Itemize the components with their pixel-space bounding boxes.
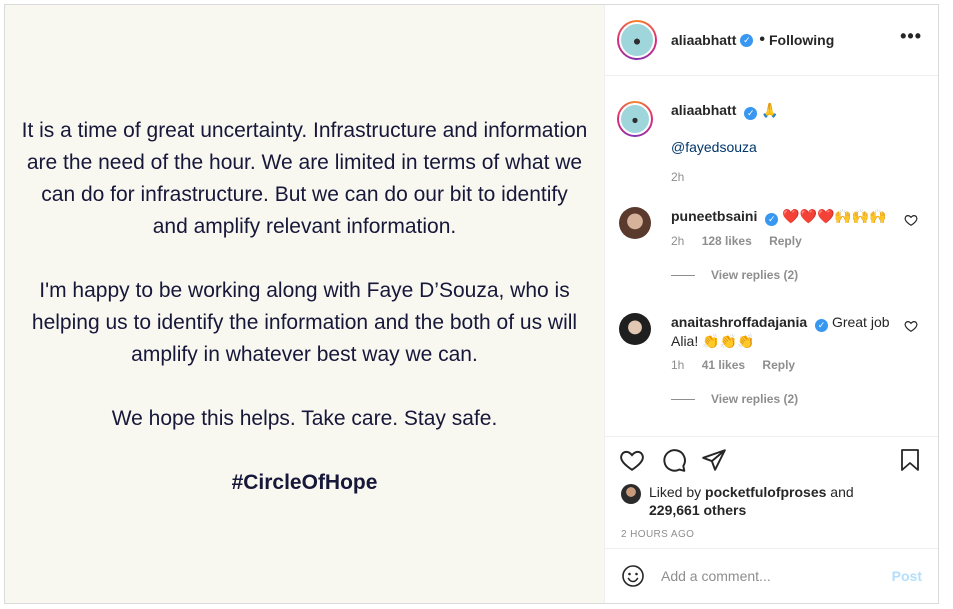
comments-list[interactable]: aliaabhatt ✓ 🙏 @fayedsouza 2h puneetbsai…: [605, 77, 938, 435]
post-image-text: It is a time of great uncertainty. Infra…: [5, 115, 604, 531]
following-button[interactable]: Following: [769, 32, 834, 48]
caption-mention[interactable]: @fayedsouza: [671, 139, 757, 155]
caption-item: aliaabhatt ✓ 🙏 @fayedsouza 2h: [617, 101, 922, 191]
view-replies-label: View replies (2): [711, 268, 799, 282]
post-comment-button[interactable]: Post: [892, 568, 922, 584]
post-image[interactable]: It is a time of great uncertainty. Infra…: [5, 5, 605, 603]
heart-icon[interactable]: [904, 213, 918, 227]
caption-emoji: 🙏: [761, 102, 779, 118]
heart-icon[interactable]: [619, 447, 645, 473]
caption-time[interactable]: 2h: [671, 170, 684, 184]
verified-badge-icon: ✓: [744, 107, 758, 120]
comment-likes[interactable]: 128 likes: [702, 234, 752, 248]
verified-badge-icon: ✓: [765, 213, 779, 226]
liker-avatar[interactable]: [621, 484, 641, 504]
add-comment-bar: Post: [605, 548, 938, 603]
comment-username[interactable]: puneetbsaini: [671, 208, 757, 224]
replies-line: [671, 398, 695, 400]
comment-body: puneetbsaini ✓ ❤️❤️❤️🙌🙌🙌 2h 128 likes Re…: [671, 207, 892, 284]
view-replies-button[interactable]: View replies (2): [671, 266, 892, 284]
likes-summary: Liked by pocketfulofproses and 229,661 o…: [621, 483, 854, 519]
post-timestamp[interactable]: 2 HOURS AGO: [621, 529, 694, 540]
smiley-icon[interactable]: [621, 564, 645, 588]
comment-item: anaitashroffadajania ✓ Great job Alia! 👏…: [617, 313, 922, 413]
author-username[interactable]: aliaabhatt: [671, 32, 736, 48]
replies-line: [671, 274, 695, 276]
post-sidebar: aliaabhatt ✓ • Following ••• aliaabhatt …: [605, 5, 938, 603]
reply-button[interactable]: Reply: [769, 234, 802, 248]
heart-icon[interactable]: [904, 319, 918, 333]
action-icons-row: [619, 447, 924, 473]
commenter-avatar[interactable]: [619, 207, 651, 239]
image-hashtag: #CircleOfHope: [231, 471, 378, 494]
instagram-post: It is a time of great uncertainty. Infra…: [4, 4, 939, 604]
liked-by-prefix: Liked by: [649, 484, 702, 500]
comment-item: puneetbsaini ✓ ❤️❤️❤️🙌🙌🙌 2h 128 likes Re…: [617, 207, 922, 297]
comment-input[interactable]: [659, 567, 892, 585]
comment-text: ❤️❤️❤️🙌🙌🙌: [782, 208, 887, 224]
image-paragraph-3: We hope this helps. Take care. Stay safe…: [111, 407, 498, 430]
liker-username[interactable]: pocketfulofproses: [705, 484, 826, 500]
image-paragraph-2: I'm happy to be working along with Faye …: [31, 279, 578, 366]
more-horizontal-icon[interactable]: •••: [900, 27, 922, 45]
comment-likes[interactable]: 41 likes: [702, 358, 745, 372]
likes-count[interactable]: 229,661 others: [649, 502, 746, 518]
commenter-avatar[interactable]: [619, 313, 651, 345]
comment-time[interactable]: 2h: [671, 234, 684, 248]
view-replies-label: View replies (2): [711, 392, 799, 406]
header-separator: •: [759, 31, 765, 48]
verified-badge-icon: ✓: [815, 319, 829, 332]
author-avatar[interactable]: [617, 20, 657, 60]
comment-username[interactable]: anaitashroffadajania: [671, 314, 807, 330]
caption-body: aliaabhatt ✓ 🙏 @fayedsouza 2h: [671, 101, 892, 186]
post-header: aliaabhatt ✓ • Following •••: [605, 5, 938, 76]
caption-avatar[interactable]: [617, 101, 653, 137]
send-icon[interactable]: [701, 447, 727, 473]
caption-username[interactable]: aliaabhatt: [671, 102, 736, 118]
image-paragraph-1: It is a time of great uncertainty. Infra…: [21, 119, 588, 238]
comment-icon[interactable]: [661, 447, 687, 473]
reply-button[interactable]: Reply: [762, 358, 795, 372]
bookmark-icon[interactable]: [898, 447, 922, 473]
view-replies-button[interactable]: View replies (2): [671, 390, 892, 408]
comment-body: anaitashroffadajania ✓ Great job Alia! 👏…: [671, 313, 892, 408]
liked-by-and: and: [830, 484, 854, 500]
verified-badge-icon: ✓: [740, 33, 754, 47]
comment-time[interactable]: 1h: [671, 358, 684, 372]
